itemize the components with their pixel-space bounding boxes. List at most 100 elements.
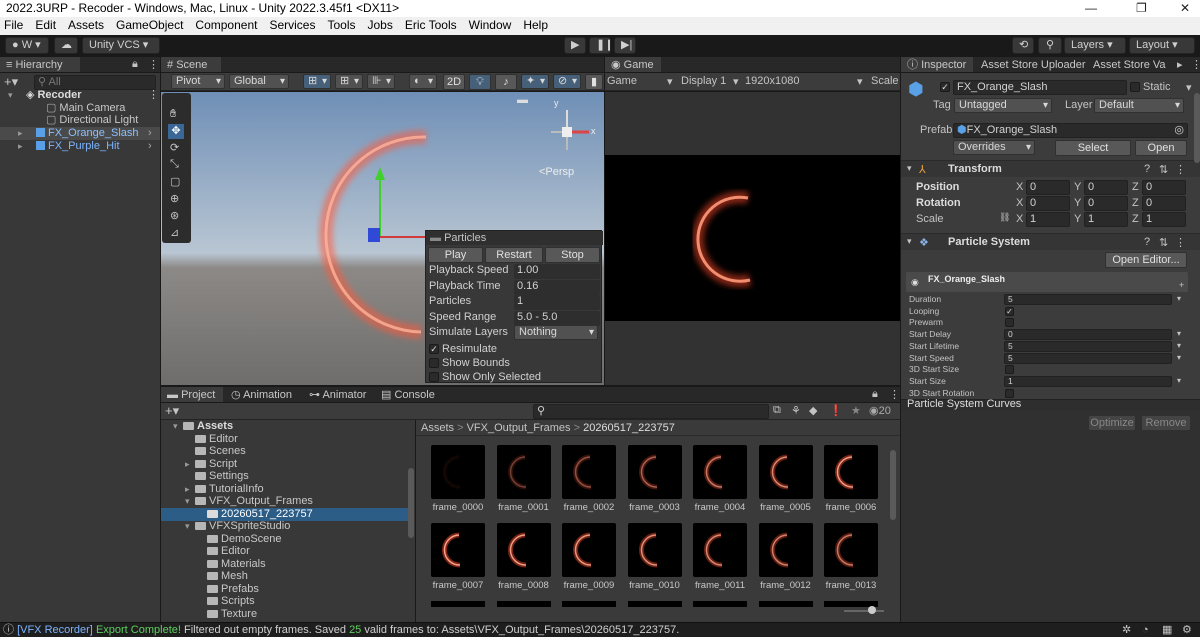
ps-checkbox[interactable]: ✓ [1005, 306, 1014, 316]
menu-gameobject[interactable]: GameObject [116, 18, 183, 32]
object-picker-icon[interactable]: ◎ [1174, 124, 1184, 137]
project-folder-item[interactable]: Mesh [161, 570, 408, 583]
prefab-open-button[interactable]: Open [1135, 140, 1187, 156]
project-folder-item[interactable]: Editor [161, 545, 408, 558]
settings-icon[interactable]: ⚙ [1182, 623, 1192, 637]
ps-value-field[interactable]: 5 [1004, 294, 1172, 305]
close-button[interactable]: ✕ [1180, 0, 1190, 17]
chevron-right-icon[interactable]: › [148, 140, 152, 153]
particle-check-row[interactable]: Show Only Selected [429, 370, 599, 385]
project-folder-item[interactable]: Scenes [161, 445, 408, 458]
constrain-scale-icon[interactable]: ⛓︎ [999, 212, 1010, 223]
orientation-gizmo[interactable] [539, 104, 599, 164]
static-dropdown-icon[interactable]: ▾ [1186, 81, 1192, 94]
fold-icon[interactable]: ▸ [18, 140, 28, 153]
breadcrumb-current[interactable]: 20260517_223757 [583, 422, 675, 434]
tab-game[interactable]: ◉ Game [605, 57, 661, 72]
search-by-type-icon[interactable]: ⧉ [773, 404, 781, 417]
fold-icon[interactable]: ▾ [8, 89, 18, 102]
transform-tool-icon[interactable]: ⊕ [170, 192, 179, 205]
project-folder-item[interactable]: Prefabs [161, 583, 408, 596]
breadcrumb-output-frames[interactable]: VFX_Output_Frames [467, 422, 571, 434]
more-icon[interactable]: ⋮ [1175, 163, 1186, 176]
project-folder-item[interactable]: ▾ Assets [161, 420, 408, 433]
fold-icon[interactable]: ▾ [185, 520, 195, 533]
align-dropdown[interactable]: ⊪ [367, 74, 395, 89]
fold-icon[interactable]: ▸ [18, 127, 28, 140]
scene-viewport[interactable]: ✋︎ ✥ ⟳ ⤡ ▢ ⊕ ⊛ ⊿ y x <Persp ▬ ▬ Particle… [161, 92, 604, 385]
minimize-button[interactable]: — [1085, 0, 1097, 17]
frame-thumbnail[interactable] [496, 523, 551, 577]
rotate-tool-icon[interactable]: ⟳ [170, 141, 179, 154]
active-checkbox[interactable]: ✓ [940, 82, 950, 92]
ps-value-field[interactable]: 1 [1004, 375, 1172, 387]
frame-thumbnail[interactable] [496, 445, 551, 499]
visibility-dropdown[interactable]: ⊘ [553, 74, 581, 89]
tag-dropdown[interactable]: Untagged [954, 98, 1052, 113]
hierarchy-item[interactable]: ▢ Main Camera [0, 102, 160, 115]
frame-thumbnail[interactable] [562, 445, 616, 499]
add-icon[interactable]: +▾ [4, 74, 18, 90]
increment-snap-dropdown[interactable]: ⊞ [335, 74, 363, 89]
transform-header[interactable]: ▾ ⅄ Transform ? ⇅ ⋮ [901, 160, 1200, 177]
project-folder-item[interactable]: Materials [161, 558, 408, 571]
layout-dropdown[interactable]: Layout ▾ [1129, 37, 1195, 54]
hierarchy-item[interactable]: ▢ Directional Light [0, 114, 160, 127]
dropdown-icon[interactable]: ▾ [1177, 294, 1181, 303]
dropdown-icon[interactable]: ▾ [1177, 353, 1181, 362]
cloud-button[interactable]: ☁ [54, 37, 78, 54]
project-folder-item[interactable]: Texture [161, 608, 408, 621]
fold-icon[interactable]: ▾ [173, 420, 183, 433]
frame-thumbnail[interactable] [693, 523, 747, 577]
fold-icon[interactable]: ▸ [185, 458, 195, 471]
frame-thumbnail[interactable] [627, 445, 682, 499]
menu-window[interactable]: Window [469, 18, 512, 32]
particle-module-header[interactable]: ◉ FX_Orange_Slash + [906, 272, 1188, 292]
tree-scrollbar[interactable] [408, 468, 414, 538]
account-dropdown[interactable]: ● W ▾ [5, 37, 49, 54]
search-by-label-icon[interactable]: ⚘ [791, 404, 801, 417]
transform-y-input[interactable]: 1 [1084, 212, 1128, 227]
tab-console[interactable]: ▤ Console [375, 387, 441, 402]
global-dropdown[interactable]: Global [229, 74, 289, 89]
grid-icon[interactable]: ▦ [1162, 623, 1172, 637]
tab-overflow-icon[interactable]: ▸ [1177, 58, 1183, 71]
frame-thumbnail[interactable] [693, 445, 747, 499]
overrides-dropdown[interactable]: Overrides [953, 140, 1035, 155]
camera-button[interactable]: ▮ [585, 74, 603, 90]
lighting-button[interactable]: 💡︎ [469, 74, 491, 90]
particle-stat-value[interactable]: 0.16 [514, 279, 600, 295]
ps-checkbox[interactable] [1005, 365, 1014, 375]
progress-icon[interactable]: ◔ [1142, 623, 1149, 637]
ps-value-field[interactable]: 5 [1004, 340, 1172, 352]
frame-thumbnail[interactable] [627, 523, 682, 577]
more-icon[interactable]: ⋮ [1191, 58, 1200, 71]
assets-scrollbar[interactable] [890, 450, 896, 520]
open-editor-button[interactable]: Open Editor... [1105, 252, 1187, 268]
persp-label[interactable]: <Persp [539, 166, 574, 178]
pivot-tool-icon[interactable]: ⊿ [170, 226, 179, 239]
project-folder-item[interactable]: 20260517_223757 [161, 507, 408, 521]
menu-file[interactable]: File [4, 18, 23, 32]
transform-z-input[interactable]: 0 [1142, 196, 1186, 211]
audio-button[interactable]: ♪ [495, 74, 517, 90]
particle-checkbox[interactable] [429, 358, 439, 368]
frame-thumbnail[interactable] [824, 523, 878, 577]
dropdown-icon[interactable]: ▾ [1177, 376, 1181, 385]
inspector-scrollbar[interactable] [1194, 93, 1200, 163]
particle-stat-value[interactable]: 1 [514, 295, 600, 310]
frame-thumbnail[interactable] [758, 523, 813, 577]
frame-thumbnail[interactable] [758, 445, 813, 499]
step-button[interactable]: ▶| [614, 37, 636, 54]
move-tool-icon[interactable]: ✥ [168, 124, 184, 139]
presets-icon[interactable]: ⇅ [1159, 236, 1168, 249]
frame-thumbnail-partial[interactable] [693, 601, 747, 607]
tag-icon[interactable]: ◆ [809, 404, 817, 417]
particles-stop-button[interactable]: Stop [545, 247, 600, 263]
ps-value-field[interactable]: 0 [1004, 329, 1172, 341]
particle-checkbox[interactable]: ✓ [429, 344, 439, 354]
create-icon[interactable]: +▾ [165, 403, 179, 419]
project-search-input[interactable]: ⚲ [533, 404, 769, 419]
scale-tool-icon[interactable]: ⤡ [170, 158, 179, 171]
hierarchy-item[interactable]: ▾ ◈ Recoder ⋮ [0, 89, 160, 102]
